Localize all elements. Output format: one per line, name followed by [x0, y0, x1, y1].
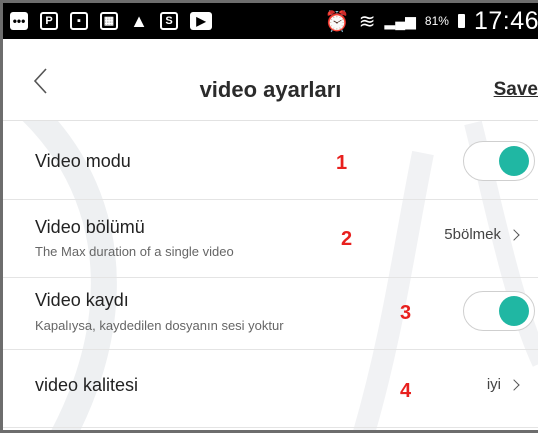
wifi-icon: ≋ [358, 10, 376, 33]
video-audio-toggle[interactable] [463, 291, 535, 331]
setting-row-video-audio: Video kaydı Kapalıysa, kaydedilen dosyan… [3, 278, 538, 350]
page-title: video ayarları [199, 77, 342, 102]
shield-icon: S [160, 12, 178, 30]
chevron-right-icon [508, 378, 520, 391]
toggle-knob [499, 296, 529, 326]
signal-icon: ▂▄▆ [384, 12, 416, 29]
chevron-right-icon [508, 228, 520, 241]
setting-label: Video modu [35, 151, 131, 171]
setting-description: The Max duration of a single video [35, 244, 234, 259]
value-text: 5bölmek [444, 226, 501, 243]
phone-screen: ••• P ▪ ▦ ▲ S ▶ ⏰ ≋ ▂▄▆ 81% 17:46 video … [0, 0, 538, 433]
video-mode-toggle[interactable] [463, 141, 535, 181]
setting-label: Video kaydı [35, 290, 129, 310]
quality-value[interactable]: iyi [486, 376, 520, 393]
setting-row-video-quality[interactable]: video kalitesi 4 iyi [3, 350, 538, 428]
battery-percent: 81% [424, 14, 449, 28]
battery-icon [457, 14, 465, 28]
toggle-knob [499, 146, 529, 176]
gallery-icon: ▦ [100, 12, 118, 30]
annotation-number: 4 [400, 380, 412, 402]
setting-row-video-segment[interactable]: Video bölümü The Max duration of a singl… [3, 200, 538, 278]
annotation-number: 1 [336, 152, 348, 174]
annotation-number: 2 [341, 228, 353, 250]
save-button[interactable]: Save [494, 79, 538, 101]
app-header: video ayarları Save [3, 39, 538, 121]
setting-row-video-mode: Video modu 1 [3, 122, 538, 200]
setting-label: Video bölümü [35, 217, 145, 237]
setting-description: Kapalıysa, kaydedilen dosyanın sesi yokt… [35, 318, 284, 333]
parking-icon: P [40, 12, 58, 30]
drive-icon: ▲ [130, 11, 148, 31]
alarm-icon: ⏰ [324, 10, 350, 33]
message-icon: ••• [10, 12, 28, 30]
youtube-icon: ▶ [190, 12, 212, 30]
segment-value[interactable]: 5bölmek [444, 226, 520, 243]
annotation-number: 3 [400, 302, 412, 324]
status-bar: ••• P ▪ ▦ ▲ S ▶ ⏰ ≋ ▂▄▆ 81% 17:46 [3, 3, 538, 39]
setting-label: video kalitesi [35, 375, 139, 395]
clock: 17:46 [473, 6, 538, 35]
value-text: iyi [486, 376, 501, 393]
image-icon: ▪ [70, 12, 88, 30]
